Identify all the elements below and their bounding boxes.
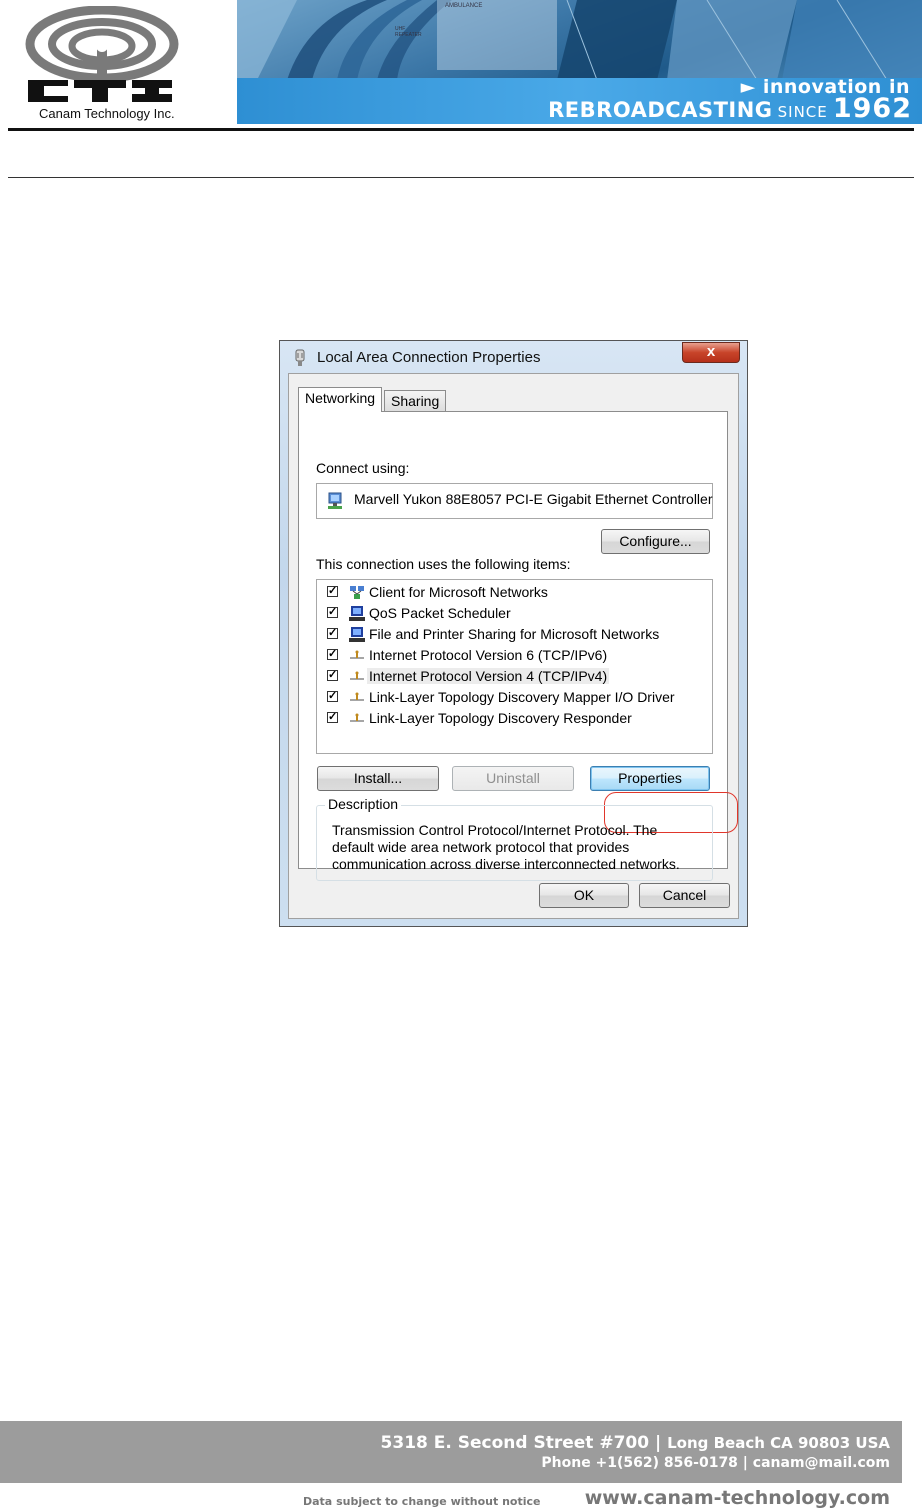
network-service-icon [349,606,365,621]
properties-button[interactable]: Properties [590,766,710,791]
banner-small-text: AMBULANCE [445,3,483,9]
footer-notice: Data subject to change without notice [303,1495,541,1508]
description-text: Transmission Control Protocol/Internet P… [332,822,680,872]
item-checkbox[interactable]: ✓ [327,649,338,660]
list-item[interactable]: ✓ Internet Protocol Version 6 (TCP/IPv6) [317,646,712,667]
banner-since-text: SINCE [777,103,828,121]
network-client-icon [350,586,364,599]
protocol-icon [350,671,364,680]
item-checkbox[interactable]: ✓ [327,670,338,681]
item-checkbox[interactable]: ✓ [327,586,338,597]
tab-sharing[interactable]: Sharing [384,390,447,412]
close-button[interactable]: x [682,342,740,363]
uninstall-button[interactable]: Uninstall [452,766,574,791]
protocol-icon [350,650,364,659]
banner-small-text: UHF REPEATER [395,26,422,38]
list-item[interactable]: ✓ QoS Packet Scheduler [317,604,712,625]
item-checkbox[interactable]: ✓ [327,691,338,702]
networking-tab-panel: Connect using: Marvell Yukon 88E8057 PCI… [298,411,738,881]
item-label: Internet Protocol Version 4 (TCP/IPv4) [367,668,610,684]
adapter-name: Marvell Yukon 88E8057 PCI-E Gigabit Ethe… [354,491,713,507]
dialog-client-area: Sharing Networking Connect using: Marvel… [288,373,739,919]
footer-website[interactable]: www.canam-technology.com [585,1487,890,1509]
tab-networking[interactable]: Networking [298,387,383,412]
item-checkbox[interactable]: ✓ [327,607,338,618]
item-label: Link-Layer Topology Discovery Responder [369,710,632,726]
street-address: 5318 E. Second Street #700 | [380,1433,662,1453]
connect-using-label: Connect using: [316,460,410,476]
install-button[interactable]: Install... [317,766,439,791]
adapter-field: Marvell Yukon 88E8057 PCI-E Gigabit Ethe… [316,483,713,519]
section-rule [8,177,914,178]
local-area-connection-properties-dialog: Local Area Connection Properties x Shari… [279,340,748,927]
footer-contact: Phone +1(562) 856-0178 | canam@mail.com [541,1455,890,1471]
item-label: QoS Packet Scheduler [369,605,511,621]
item-label: Internet Protocol Version 6 (TCP/IPv6) [369,647,608,663]
header-rule [8,128,914,131]
banner-rebroadcasting: REBROADCASTING SINCE 1962 [548,93,912,124]
list-item[interactable]: ✓ Link-Layer Topology Discovery Mapper I… [317,688,712,709]
list-item[interactable]: ✓ Link-Layer Topology Discovery Responde… [317,709,712,730]
network-adapter-icon [328,492,342,509]
item-label: Link-Layer Topology Discovery Mapper I/O… [369,689,675,705]
banner-big-text: REBROADCASTING [548,98,773,122]
list-item[interactable]: ✓ Client for Microsoft Networks [317,583,712,604]
description-legend: Description [325,796,402,812]
list-item[interactable]: ✓ Internet Protocol Version 4 (TCP/IPv4) [317,667,712,688]
footer-address: 5318 E. Second Street #700 | Long Beach … [381,1433,890,1453]
dialog-title: Local Area Connection Properties [317,349,541,366]
connection-items-list[interactable]: ✓ Client for Microsoft Networks ✓ QoS Pa… [316,579,713,754]
ok-button[interactable]: OK [539,883,629,908]
description-group: Description Transmission Control Protoco… [316,796,713,881]
city-address: Long Beach CA 90803 USA [667,1434,890,1452]
company-name: Canam Technology Inc. [39,106,175,121]
list-item[interactable]: ✓ File and Printer Sharing for Microsoft… [317,625,712,646]
network-adapter-icon [295,349,305,366]
item-label: Client for Microsoft Networks [369,584,548,600]
cancel-button[interactable]: Cancel [639,883,730,908]
item-checkbox[interactable]: ✓ [327,628,338,639]
items-label: This connection uses the following items… [316,556,571,572]
configure-button[interactable]: Configure... [601,529,710,554]
page-header: Canam Technology Inc. AMBULANCE UHF REPE… [0,0,922,131]
banner-year: 1962 [832,93,912,124]
item-checkbox[interactable]: ✓ [327,712,338,723]
protocol-icon [350,713,364,722]
item-label: File and Printer Sharing for Microsoft N… [369,626,660,642]
network-service-icon [349,627,365,642]
protocol-icon [350,692,364,701]
